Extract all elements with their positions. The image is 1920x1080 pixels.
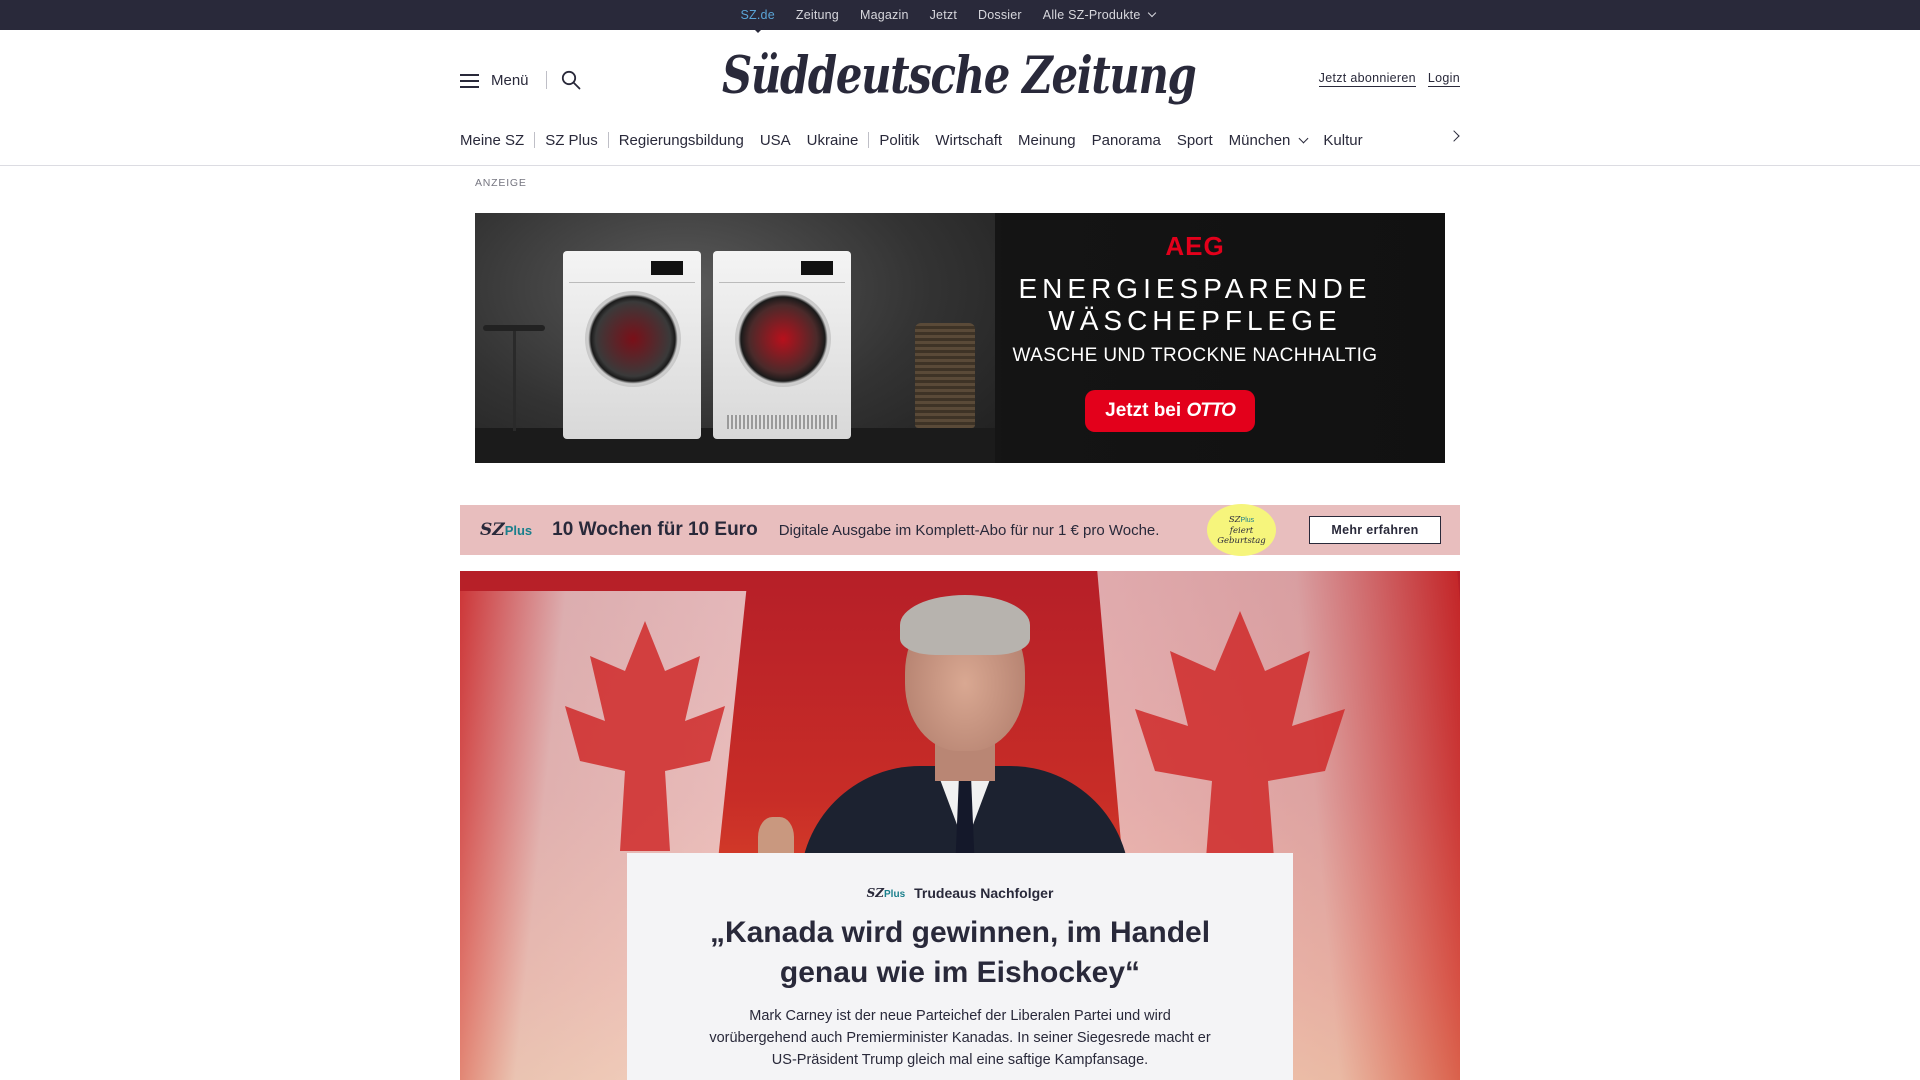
hero-teaser[interactable]: SZPlus Trudeaus Nachfolger „Kanada wird … bbox=[460, 571, 1460, 1080]
birthday-badge: SZPlus feiert Geburtstag bbox=[1207, 504, 1276, 556]
section-nav: Meine SZ SZ Plus Regierungsbildung USA U… bbox=[460, 126, 1460, 154]
header-divider bbox=[546, 71, 547, 89]
hero-kicker: SZPlus Trudeaus Nachfolger bbox=[627, 885, 1293, 901]
promo-headline: 10 Wochen für 10 Euro bbox=[552, 519, 758, 540]
nav-item-politik[interactable]: Politik bbox=[879, 132, 919, 149]
nav-item-muenchen[interactable]: München bbox=[1228, 131, 1309, 149]
nav-divider-line bbox=[0, 165, 1920, 166]
ad-image-table-leg bbox=[513, 331, 516, 431]
nav-item-panorama[interactable]: Panorama bbox=[1092, 132, 1161, 149]
ad-headline: ENERGIESPARENDE WÄSCHEPFLEGE bbox=[975, 273, 1415, 337]
nav-item-sz-plus[interactable]: SZ Plus bbox=[545, 132, 598, 149]
hero-teaser-text: Mark Carney ist der neue Parteichef der … bbox=[709, 1008, 1211, 1068]
mehr-erfahren-button[interactable]: Mehr erfahren bbox=[1309, 516, 1441, 544]
nav-item-ukraine[interactable]: Ukraine bbox=[807, 132, 859, 149]
ad-subline: WASCHE UND TROCKNE NACHHALTIG bbox=[1012, 345, 1378, 366]
product-bar-items: SZ.de Zeitung Magazin Jetzt Dossier Alle… bbox=[741, 8, 1157, 33]
product-link-szde[interactable]: SZ.de bbox=[741, 8, 775, 33]
washing-machine-image bbox=[563, 251, 701, 439]
product-link-jetzt[interactable]: Jetzt bbox=[930, 8, 957, 22]
sz-plus-logo: SZPlus bbox=[480, 520, 533, 540]
menu-label: Menü bbox=[491, 72, 529, 89]
chevron-down-icon bbox=[1298, 133, 1309, 143]
ad-image-basket bbox=[915, 323, 975, 428]
maple-leaf-icon bbox=[565, 621, 725, 851]
login-link[interactable]: Login bbox=[1427, 71, 1460, 87]
nav-item-sport[interactable]: Sport bbox=[1177, 132, 1213, 149]
site-header: Menü Süddeutsche Zeitung Jetzt abonniere… bbox=[460, 30, 1460, 135]
account-links: Jetzt abonnieren Login bbox=[1318, 71, 1460, 87]
nav-divider bbox=[607, 132, 609, 148]
promo-description: Digitale Ausgabe im Komplett-Abo für nur… bbox=[778, 521, 1160, 539]
product-bar: SZ.de Zeitung Magazin Jetzt Dossier Alle… bbox=[0, 0, 1920, 33]
ad-cta-prefix: Jetzt bei bbox=[1105, 400, 1182, 421]
chevron-down-icon bbox=[1148, 8, 1157, 18]
hamburger-icon bbox=[460, 73, 479, 88]
maple-leaf-icon bbox=[1135, 611, 1345, 871]
subscribe-link[interactable]: Jetzt abonnieren bbox=[1318, 71, 1416, 87]
product-link-zeitung[interactable]: Zeitung bbox=[796, 8, 839, 22]
nav-item-meine-sz[interactable]: Meine SZ bbox=[460, 132, 524, 149]
search-icon[interactable] bbox=[561, 70, 581, 90]
otto-logo: OTTO bbox=[1186, 400, 1235, 421]
nav-item-regierungsbildung[interactable]: Regierungsbildung bbox=[619, 132, 744, 149]
product-link-magazin[interactable]: Magazin bbox=[860, 8, 909, 22]
site-logo[interactable]: Süddeutsche Zeitung bbox=[722, 46, 1197, 108]
nav-item-usa[interactable]: USA bbox=[760, 132, 791, 149]
alle-produkte-label: Alle SZ-Produkte bbox=[1042, 8, 1141, 22]
hero-kicker-label: Trudeaus Nachfolger bbox=[914, 885, 1054, 901]
product-link-dossier[interactable]: Dossier bbox=[978, 8, 1022, 22]
ad-headline-line2: WÄSCHEPFLEGE bbox=[1048, 305, 1342, 336]
hero-headline[interactable]: „Kanada wird gewinnen, im Handel genau w… bbox=[680, 913, 1240, 993]
chevron-right-icon[interactable] bbox=[1448, 130, 1460, 142]
ad-banner[interactable]: AEG ENERGIESPARENDE WÄSCHEPFLEGE WASCHE … bbox=[475, 213, 1445, 463]
nav-divider bbox=[534, 132, 536, 148]
nav-item-muenchen-label: München bbox=[1228, 131, 1291, 149]
nav-item-kultur[interactable]: Kultur bbox=[1323, 132, 1362, 149]
ad-label: ANZEIGE bbox=[475, 177, 527, 189]
ad-brand-logo: AEG bbox=[1165, 231, 1225, 261]
ad-cta-button[interactable]: Jetzt bei OTTO bbox=[1085, 390, 1255, 432]
sz-plus-promo-bar[interactable]: SZPlus 10 Wochen für 10 Euro Digitale Au… bbox=[460, 504, 1460, 556]
nav-item-meinung[interactable]: Meinung bbox=[1018, 132, 1076, 149]
nav-divider bbox=[868, 132, 870, 148]
menu-button[interactable]: Menü bbox=[460, 72, 529, 89]
product-link-alle-produkte[interactable]: Alle SZ-Produkte bbox=[1042, 8, 1157, 22]
sz-plus-logo: SZPlus bbox=[866, 886, 906, 900]
ad-headline-line1: ENERGIESPARENDE bbox=[1018, 273, 1372, 304]
hero-card: SZPlus Trudeaus Nachfolger „Kanada wird … bbox=[627, 853, 1293, 1080]
nav-item-wirtschaft[interactable]: Wirtschaft bbox=[935, 132, 1002, 149]
dryer-image bbox=[713, 251, 851, 439]
